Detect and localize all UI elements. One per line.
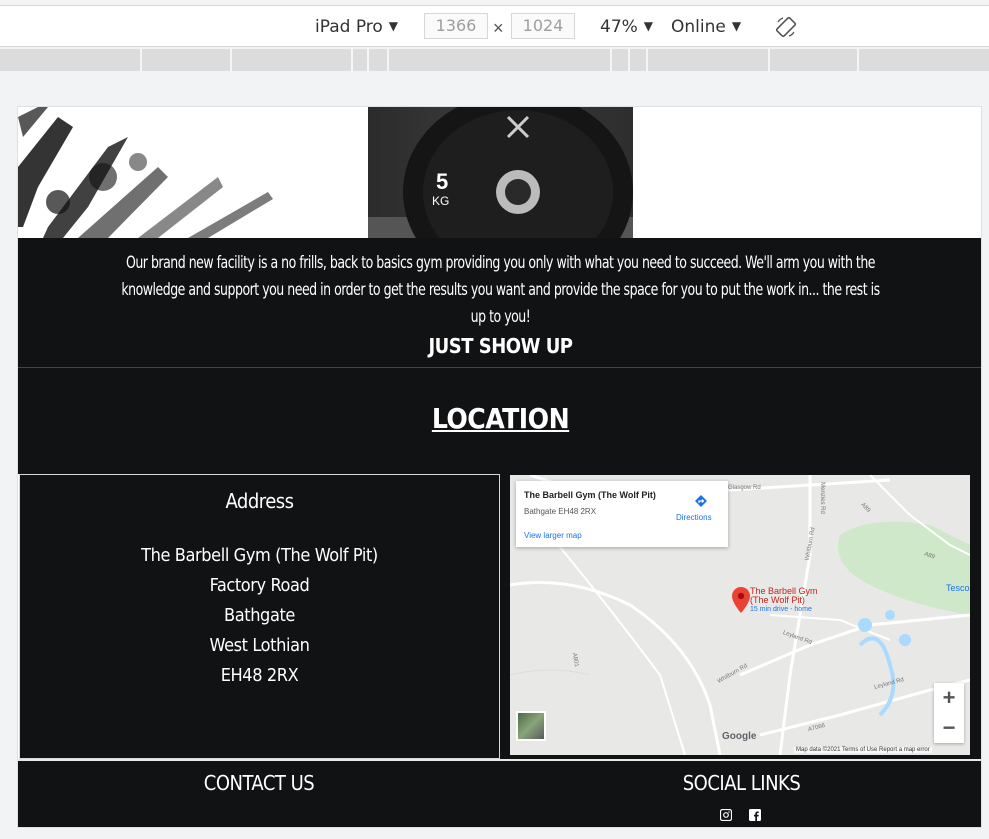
map-place-name: The Barbell Gym (The Wolf Pit) xyxy=(524,490,656,500)
tesco-label: Tesco xyxy=(946,583,970,593)
map-pin-icon[interactable] xyxy=(732,587,750,613)
chevron-down-icon: ▼ xyxy=(643,19,654,33)
google-logo: Google xyxy=(722,731,757,742)
contact-us-heading[interactable]: CONTACT US xyxy=(18,771,500,795)
chevron-down-icon: ▼ xyxy=(731,19,742,33)
address-line: West Lothian xyxy=(209,635,310,656)
instagram-icon[interactable] xyxy=(720,809,732,821)
pin-label: The Barbell Gym (The Wolf Pit) xyxy=(750,587,818,605)
zoom-select[interactable]: 47% ▼ xyxy=(600,6,653,46)
width-input[interactable]: 1366 xyxy=(424,13,488,39)
intro-section: Our brand new facility is a no frills, b… xyxy=(18,238,981,367)
zoom-in-button[interactable]: + xyxy=(934,683,964,713)
address-card: Address The Barbell Gym (The Wolf Pit) F… xyxy=(19,474,500,759)
location-section: LOCATION xyxy=(18,368,981,474)
weight-plate-image: 5 KG xyxy=(368,107,633,238)
address-heading: Address xyxy=(225,489,294,513)
map-attribution[interactable]: Map data ©2021 Terms of Use Report a map… xyxy=(794,747,932,753)
address-line: The Barbell Gym (The Wolf Pit) xyxy=(141,545,378,566)
hero-images: 5 KG xyxy=(18,107,981,238)
emulated-page: 5 KG Our brand new facility is a no fril… xyxy=(17,106,982,828)
rotate-icon[interactable] xyxy=(775,16,797,38)
directions-link[interactable]: Directions xyxy=(676,513,712,522)
zoom-out-button[interactable]: − xyxy=(934,713,964,743)
address-line: Bathgate xyxy=(224,605,295,626)
view-larger-map-link[interactable]: View larger map xyxy=(524,531,582,540)
grunge-texture-image xyxy=(18,107,368,238)
pin-label-line: (The Wolf Pit) xyxy=(750,595,805,605)
road-label: Menzies Rd xyxy=(818,482,825,514)
pin-drive-time: 15 min drive - home xyxy=(750,606,812,613)
device-select[interactable]: iPad Pro ▼ xyxy=(315,6,398,46)
chevron-down-icon: ▼ xyxy=(388,19,399,33)
media-query-bar[interactable] xyxy=(0,49,989,71)
network-select[interactable]: Online ▼ xyxy=(671,6,741,46)
map-place-address: Bathgate EH48 2RX xyxy=(524,507,597,516)
directions-icon[interactable] xyxy=(694,494,708,508)
address-line: Factory Road xyxy=(209,575,310,596)
footer: CONTACT US SOCIAL LINKS xyxy=(18,759,981,827)
map-info-card: The Barbell Gym (The Wolf Pit) Bathgate … xyxy=(516,481,728,547)
device-label: iPad Pro xyxy=(315,17,383,37)
location-heading: LOCATION xyxy=(431,402,570,435)
height-input[interactable]: 1024 xyxy=(511,13,575,39)
device-toolbar: iPad Pro ▼ 1366 × 1024 47% ▼ Online ▼ xyxy=(0,5,989,47)
map-container: Glasgow Rd Menzies Rd Whitburn Rd Leylan… xyxy=(500,474,981,759)
zoom-label: 47% xyxy=(600,17,638,37)
address-lines: The Barbell Gym (The Wolf Pit) Factory R… xyxy=(20,541,499,691)
intro-text: Our brand new facility is a no frills, b… xyxy=(121,253,880,327)
google-map[interactable]: Glasgow Rd Menzies Rd Whitburn Rd Leylan… xyxy=(510,475,970,755)
plate-weight: 5 xyxy=(436,169,448,194)
plate-unit: KG xyxy=(432,194,449,208)
road-label: Glasgow Rd xyxy=(728,485,761,491)
network-label: Online xyxy=(671,17,726,37)
times-icon: × xyxy=(493,18,504,38)
facebook-icon[interactable] xyxy=(749,809,761,821)
tagline: JUST SHOW UP xyxy=(428,334,573,358)
social-links-heading: SOCIAL LINKS xyxy=(682,771,801,795)
map-zoom-control: + − xyxy=(934,683,964,743)
satellite-toggle[interactable] xyxy=(516,711,546,741)
address-line: EH48 2RX xyxy=(220,665,299,686)
